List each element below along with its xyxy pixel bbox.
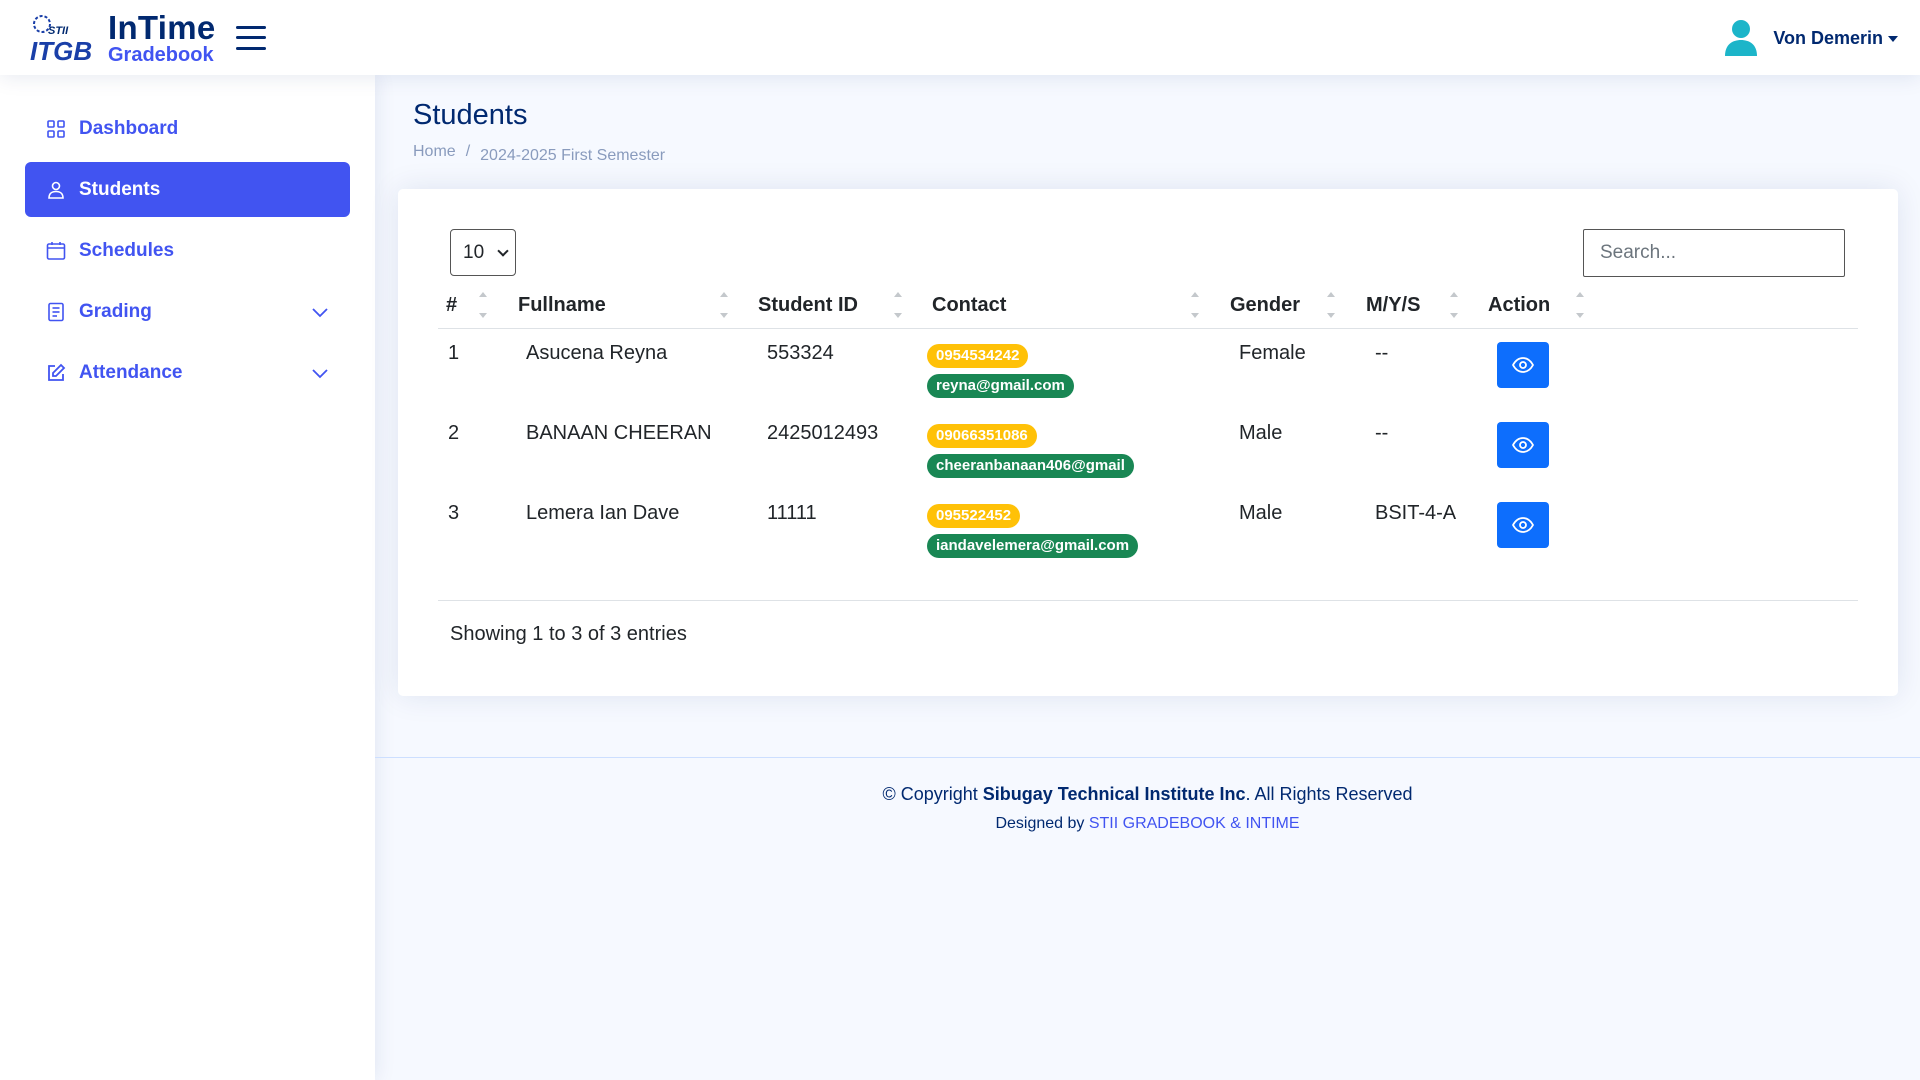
cell-number: 3 (448, 502, 460, 524)
column-header-student-id[interactable]: Student ID (758, 281, 858, 329)
sidebar-item-dashboard[interactable]: Dashboard (25, 101, 350, 156)
copyright-text: © Copyright Sibugay Technical Institute … (882, 784, 1413, 804)
person-icon (45, 179, 67, 201)
cell-mys: BSIT-4-A (1375, 502, 1457, 524)
sidebar-item-label: Grading (79, 300, 152, 322)
email-badge: iandavelemera@gmail.com (927, 534, 1139, 558)
sort-icon (1575, 290, 1585, 320)
breadcrumb: Home / 2024-2025 First Semester (413, 139, 665, 165)
svg-text:ITGB: ITGB (30, 36, 92, 64)
students-table: # Fullname Student ID Contact Gender M/Y… (438, 281, 1858, 569)
cell-mys: -- (1375, 342, 1389, 364)
sidebar-item-grading[interactable]: Grading (25, 284, 350, 339)
view-student-button[interactable] (1497, 342, 1549, 388)
sidebar-item-label: Students (79, 178, 161, 200)
column-header-fullname[interactable]: Fullname (518, 281, 606, 329)
cell-contact: 095522452 iandavelemera@gmail.com (927, 502, 1139, 558)
sort-icon (1326, 290, 1336, 320)
breadcrumb-separator: / (465, 143, 471, 160)
table-info: Showing 1 to 3 of 3 entries (450, 623, 687, 645)
company-name: Sibugay Technical Institute Inc (982, 784, 1246, 804)
brand-logo[interactable]: STII ITGB InTime Gradebook (26, 8, 216, 66)
sidebar: Dashboard Students Schedules Grading Att… (0, 75, 375, 1080)
caret-down-icon (1888, 36, 1898, 42)
eye-icon (1512, 357, 1534, 373)
designer-link[interactable]: STII GRADEBOOK & INTIME (1089, 815, 1300, 832)
cell-fullname: Asucena Reyna (526, 342, 668, 364)
cell-fullname: BANAAN CHEERAN (526, 422, 712, 444)
email-badge: reyna@gmail.com (927, 374, 1074, 398)
phone-badge: 095522452 (927, 504, 1021, 528)
sort-icon (478, 290, 488, 320)
main-content: Students Home / 2024-2025 First Semester… (375, 75, 1920, 1080)
journal-icon (45, 301, 67, 323)
sidebar-item-students[interactable]: Students (25, 162, 350, 217)
top-header: STII ITGB InTime Gradebook Von Demerin (0, 0, 1920, 75)
edit-icon (45, 362, 67, 384)
breadcrumb-home-link[interactable]: Home (413, 143, 456, 161)
cell-gender: Female (1239, 342, 1306, 364)
sort-icon (1449, 290, 1459, 320)
user-name: Von Demerin (1773, 27, 1883, 48)
column-header-number[interactable]: # (446, 281, 457, 329)
table-row: 2 BANAAN CHEERAN 2425012493 09066351086 … (438, 409, 1858, 489)
chevron-down-icon (497, 245, 509, 257)
cell-number: 2 (448, 422, 460, 444)
page-size-value: 10 (463, 241, 485, 263)
page-size-select[interactable]: 10 (450, 229, 516, 276)
table-row: 1 Asucena Reyna 553324 0954534242 reyna@… (438, 329, 1858, 409)
sort-icon (719, 290, 729, 320)
sidebar-item-attendance[interactable]: Attendance (25, 345, 350, 400)
column-header-contact[interactable]: Contact (932, 281, 1006, 329)
cell-fullname: Lemera Ian Dave (526, 502, 680, 524)
brand-subtitle: Gradebook (108, 43, 214, 66)
email-badge: cheeranbanaan406@gmail (927, 454, 1134, 478)
user-avatar-icon (1723, 18, 1759, 58)
view-student-button[interactable] (1497, 502, 1549, 548)
cell-mys: -- (1375, 422, 1389, 444)
phone-badge: 0954534242 (927, 344, 1029, 368)
sidebar-toggle-icon[interactable] (235, 25, 266, 50)
students-card: 10 # Fullname Student ID Contact Gender … (398, 189, 1898, 696)
eye-icon (1512, 517, 1534, 533)
sidebar-item-label: Attendance (79, 361, 183, 383)
logo-emblem: STII ITGB (26, 12, 98, 66)
search-input[interactable] (1583, 229, 1845, 277)
cell-student-id: 2425012493 (767, 422, 879, 444)
sidebar-item-schedules[interactable]: Schedules (25, 223, 350, 278)
calendar-icon (45, 240, 67, 262)
sort-icon (893, 290, 903, 320)
footer: © Copyright Sibugay Technical Institute … (375, 757, 1920, 833)
cell-student-id: 11111 (767, 502, 817, 524)
cell-student-id: 553324 (767, 342, 834, 364)
credits-text: Designed by STII GRADEBOOK & INTIME (995, 815, 1300, 832)
column-header-gender[interactable]: Gender (1230, 281, 1300, 329)
grid-icon (45, 118, 67, 140)
cell-contact: 0954534242 reyna@gmail.com (927, 342, 1074, 398)
cell-number: 1 (448, 342, 460, 364)
table-header: # Fullname Student ID Contact Gender M/Y… (438, 281, 1858, 329)
column-header-mys[interactable]: M/Y/S (1366, 281, 1420, 329)
table-divider (438, 600, 1858, 601)
sidebar-item-label: Schedules (79, 239, 175, 261)
cell-gender: Male (1239, 502, 1283, 524)
cell-gender: Male (1239, 422, 1283, 444)
phone-badge: 09066351086 (927, 424, 1037, 448)
chevron-down-icon (310, 363, 330, 383)
breadcrumb-current: 2024-2025 First Semester (480, 147, 666, 164)
cell-contact: 09066351086 cheeranbanaan406@gmail (927, 422, 1134, 478)
brand-title: InTime (108, 8, 216, 46)
table-row: 3 Lemera Ian Dave 11111 095522452 iandav… (438, 489, 1858, 569)
view-student-button[interactable] (1497, 422, 1549, 468)
sidebar-item-label: Dashboard (79, 117, 179, 139)
chevron-down-icon (310, 302, 330, 322)
eye-icon (1512, 437, 1534, 453)
user-menu[interactable]: Von Demerin (1723, 18, 1898, 58)
sort-icon (1190, 290, 1200, 320)
page-title: Students (413, 99, 528, 131)
column-header-action[interactable]: Action (1488, 281, 1550, 329)
